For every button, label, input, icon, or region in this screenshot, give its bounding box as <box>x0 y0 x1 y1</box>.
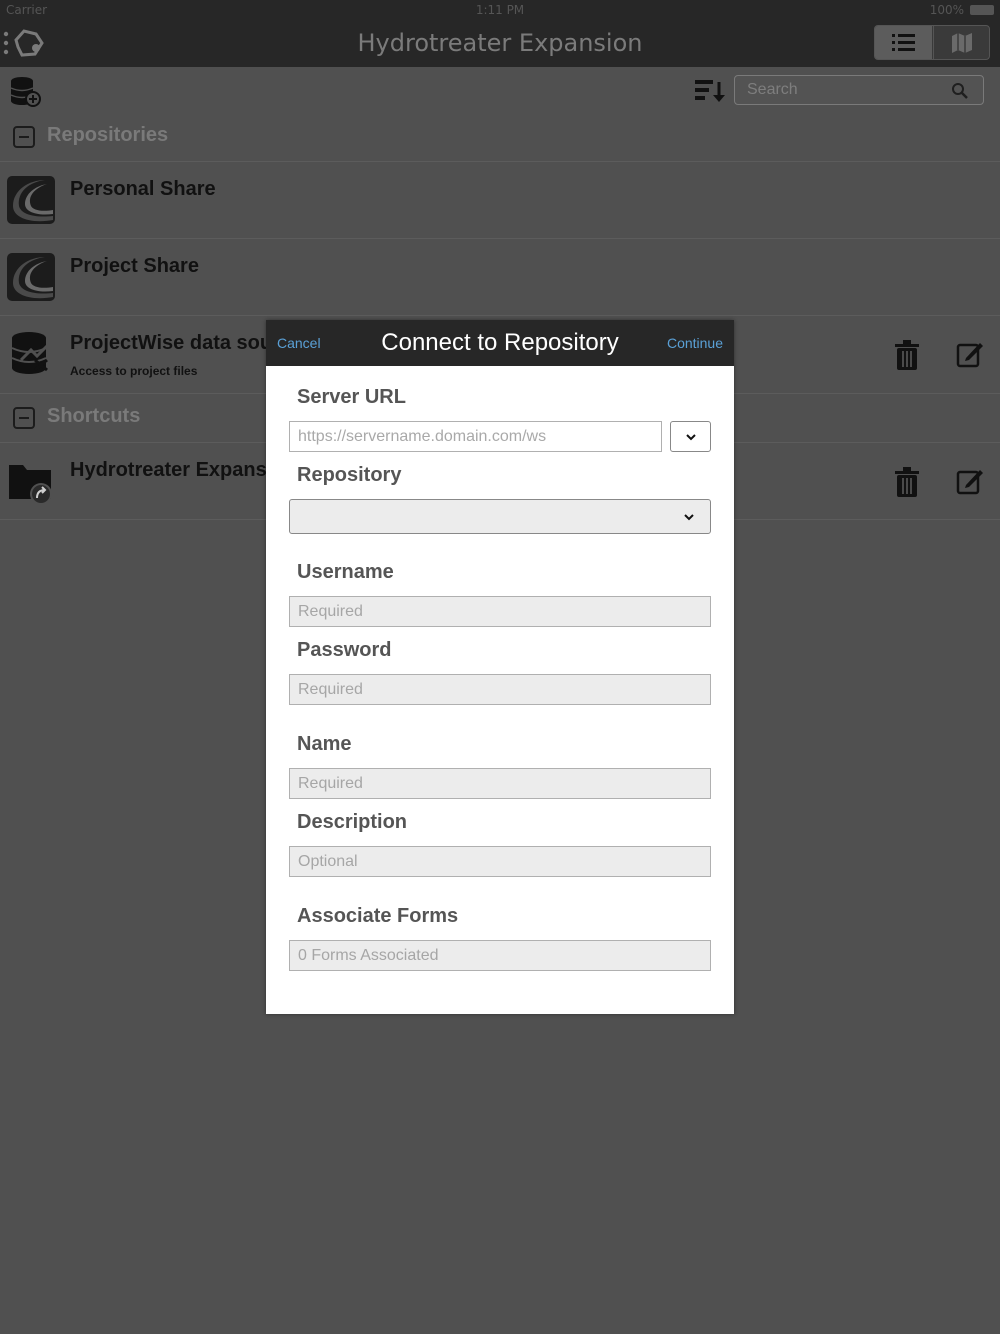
list-view-button[interactable] <box>875 26 932 59</box>
search-box <box>734 75 984 105</box>
repository-select[interactable] <box>289 499 711 534</box>
section-title: Repositories <box>47 124 169 146</box>
continue-button[interactable]: Continue <box>667 335 723 351</box>
toolbar <box>0 67 1000 115</box>
server-url-dropdown-button[interactable] <box>670 421 711 452</box>
edit-icon[interactable] <box>956 340 984 368</box>
username-input[interactable] <box>289 596 711 627</box>
collapse-icon[interactable] <box>13 407 35 429</box>
status-bar: Carrier 1:11 PM 100% <box>0 0 1000 20</box>
repository-name: ProjectWise data sou <box>70 332 273 354</box>
server-url-input[interactable] <box>289 421 662 452</box>
name-input[interactable] <box>289 768 711 799</box>
repository-name: Project Share <box>70 255 199 277</box>
status-time: 1:11 PM <box>475 3 525 17</box>
trash-icon[interactable] <box>895 340 919 370</box>
shortcut-folder-icon <box>9 465 52 505</box>
sort-icon[interactable] <box>694 77 726 105</box>
list-icon <box>892 34 915 51</box>
bentley-share-icon <box>7 253 55 301</box>
battery-icon <box>970 5 994 15</box>
edit-icon[interactable] <box>956 467 984 495</box>
description-label: Description <box>297 811 408 833</box>
repository-description: Access to project files <box>70 364 198 378</box>
collapse-icon[interactable] <box>13 126 35 148</box>
repository-row[interactable]: Project Share <box>0 238 1000 315</box>
dialog-title: Connect to Repository <box>381 329 619 356</box>
map-icon <box>952 33 972 53</box>
bentley-share-icon <box>7 176 55 224</box>
search-input[interactable] <box>747 80 947 100</box>
shortcut-name: Hydrotreater Expans <box>70 459 267 481</box>
nav-bar: Hydrotreater Expansion <box>0 20 1000 67</box>
password-input[interactable] <box>289 674 711 705</box>
connect-repository-dialog: Cancel Connect to Repository Continue Se… <box>266 320 734 1014</box>
associate-forms-label: Associate Forms <box>297 905 459 927</box>
map-view-button[interactable] <box>933 26 989 59</box>
view-toggle <box>874 25 990 60</box>
description-input[interactable] <box>289 846 711 877</box>
username-label: Username <box>297 561 394 583</box>
repositories-header[interactable]: Repositories <box>0 115 1000 161</box>
section-title: Shortcuts <box>47 405 141 427</box>
repository-name: Personal Share <box>70 178 216 200</box>
repository-label: Repository <box>297 464 402 486</box>
add-repository-icon[interactable] <box>9 75 41 107</box>
chevron-down-icon <box>684 514 694 521</box>
server-url-label: Server URL <box>297 386 406 408</box>
name-label: Name <box>297 733 352 755</box>
trash-icon[interactable] <box>895 467 919 497</box>
page-title: Hydrotreater Expansion <box>357 29 643 57</box>
dialog-header: Cancel Connect to Repository Continue <box>266 320 734 366</box>
search-icon[interactable] <box>951 82 969 100</box>
projectwise-database-icon <box>11 332 49 374</box>
battery-percent: 100% <box>929 3 964 17</box>
associate-forms-field[interactable] <box>289 940 711 971</box>
chevron-down-icon <box>686 434 696 441</box>
repository-row[interactable]: Personal Share <box>0 161 1000 238</box>
password-label: Password <box>297 639 392 661</box>
